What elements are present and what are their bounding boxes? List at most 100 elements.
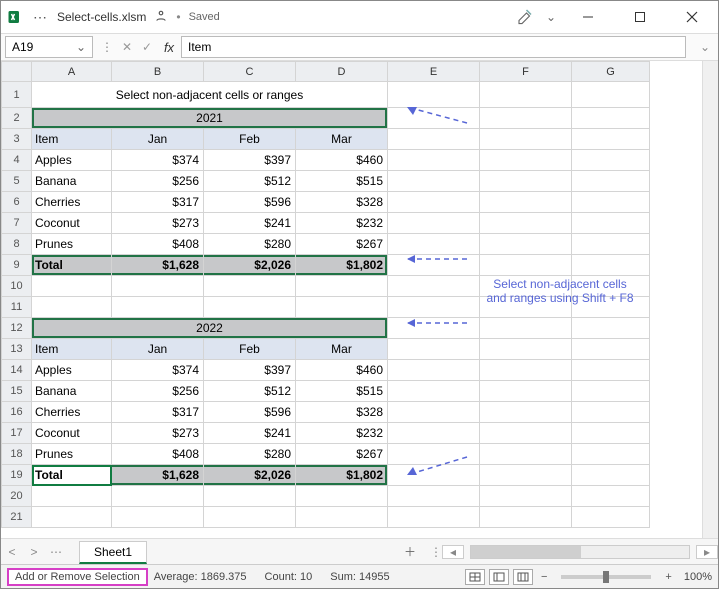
cell[interactable]: Banana (32, 171, 112, 192)
row-header[interactable]: 4 (2, 150, 32, 171)
cell[interactable]: Coconut (32, 213, 112, 234)
month-header[interactable]: Feb (204, 339, 296, 360)
cell[interactable]: $374 (112, 360, 204, 381)
row-header[interactable]: 9 (2, 255, 32, 276)
cell[interactable]: $408 (112, 234, 204, 255)
cell[interactable]: $408 (112, 444, 204, 465)
cell[interactable]: $241 (204, 423, 296, 444)
row-header[interactable]: 21 (2, 507, 32, 528)
cell[interactable]: $2,026 (204, 465, 296, 486)
spreadsheet-grid[interactable]: A B C D E F G 1Select non-adjacent cells… (1, 61, 650, 528)
row-header[interactable]: 8 (2, 234, 32, 255)
year-header[interactable]: 2022 (32, 318, 388, 339)
cell[interactable]: $1,802 (296, 465, 388, 486)
cell[interactable]: Apples (32, 150, 112, 171)
sheet-title[interactable]: Select non-adjacent cells or ranges (32, 82, 388, 108)
zoom-level[interactable]: 100% (684, 571, 712, 583)
cell[interactable]: $460 (296, 150, 388, 171)
zoom-slider[interactable] (561, 575, 651, 579)
month-header[interactable]: Mar (296, 339, 388, 360)
cell[interactable]: $280 (204, 234, 296, 255)
row-header[interactable]: 10 (2, 276, 32, 297)
fx-icon[interactable]: fx (157, 40, 181, 55)
coauthor-icon[interactable] (516, 7, 534, 28)
horizontal-scrollbar[interactable] (470, 545, 690, 559)
col-header[interactable]: A (32, 62, 112, 82)
minimize-button[interactable] (568, 3, 608, 31)
cell[interactable]: $374 (112, 150, 204, 171)
confirm-formula-button[interactable]: ✓ (137, 40, 157, 54)
ribbon-chevron-icon[interactable]: ⌄ (546, 10, 556, 24)
zoom-thumb[interactable] (603, 571, 609, 583)
cell[interactable]: $397 (204, 150, 296, 171)
row-header[interactable]: 13 (2, 339, 32, 360)
row-header[interactable]: 12 (2, 318, 32, 339)
row-header[interactable]: 19 (2, 465, 32, 486)
cell[interactable]: Cherries (32, 192, 112, 213)
cell[interactable]: $596 (204, 192, 296, 213)
row-header[interactable]: 3 (2, 129, 32, 150)
cell[interactable]: $460 (296, 360, 388, 381)
name-box[interactable]: A19 ⌄ (5, 36, 93, 58)
cell[interactable]: $256 (112, 381, 204, 402)
cell[interactable]: $232 (296, 213, 388, 234)
cell[interactable]: $512 (204, 381, 296, 402)
cell[interactable]: $317 (112, 192, 204, 213)
month-header[interactable]: Mar (296, 129, 388, 150)
cell[interactable]: $1,802 (296, 255, 388, 276)
cell[interactable]: $596 (204, 402, 296, 423)
col-header[interactable]: G (572, 62, 650, 82)
maximize-button[interactable] (620, 3, 660, 31)
month-header[interactable]: Jan (112, 339, 204, 360)
close-button[interactable] (672, 3, 712, 31)
row-header[interactable]: 20 (2, 486, 32, 507)
select-all-corner[interactable] (2, 62, 32, 82)
row-header[interactable]: 18 (2, 444, 32, 465)
cell[interactable]: Banana (32, 381, 112, 402)
cell[interactable]: Prunes (32, 444, 112, 465)
cell[interactable]: $280 (204, 444, 296, 465)
cell[interactable]: $515 (296, 381, 388, 402)
row-header[interactable]: 5 (2, 171, 32, 192)
row-header[interactable]: 15 (2, 381, 32, 402)
row-header[interactable]: 11 (2, 297, 32, 318)
row-header[interactable]: 2 (2, 108, 32, 129)
cell[interactable]: $241 (204, 213, 296, 234)
cell[interactable]: $2,026 (204, 255, 296, 276)
tab-list-button[interactable]: ⋯ (45, 545, 67, 559)
vertical-scrollbar[interactable] (702, 61, 718, 538)
scrollbar-thumb[interactable] (471, 546, 581, 558)
cell[interactable]: $232 (296, 423, 388, 444)
row-header[interactable]: 16 (2, 402, 32, 423)
column-headers[interactable]: A B C D E F G (2, 62, 650, 82)
col-item-header[interactable]: Item (32, 339, 112, 360)
cell[interactable]: $328 (296, 402, 388, 423)
row-header[interactable]: 1 (2, 82, 32, 108)
cell[interactable]: Coconut (32, 423, 112, 444)
cell[interactable]: Prunes (32, 234, 112, 255)
zoom-in-button[interactable]: + (659, 571, 677, 583)
col-header[interactable]: C (204, 62, 296, 82)
row-header[interactable]: 7 (2, 213, 32, 234)
year-header[interactable]: 2021 (32, 108, 388, 129)
col-header[interactable]: D (296, 62, 388, 82)
cell[interactable]: $328 (296, 192, 388, 213)
cell[interactable]: $273 (112, 423, 204, 444)
formula-expand-icon[interactable]: ⌄ (692, 40, 718, 54)
month-header[interactable]: Feb (204, 129, 296, 150)
row-header[interactable]: 6 (2, 192, 32, 213)
hscroll-left-button[interactable]: ◂ (442, 545, 464, 559)
page-break-view-button[interactable] (513, 569, 533, 585)
month-header[interactable]: Jan (112, 129, 204, 150)
zoom-out-button[interactable]: − (535, 571, 553, 583)
cell[interactable]: $397 (204, 360, 296, 381)
total-label[interactable]: Total (32, 255, 112, 276)
cell[interactable]: $1,628 (112, 255, 204, 276)
cancel-formula-button[interactable]: ✕ (117, 40, 137, 54)
normal-view-button[interactable] (465, 569, 485, 585)
filename[interactable]: Select-cells.xlsm (57, 10, 146, 24)
col-header[interactable]: B (112, 62, 204, 82)
name-box-menu[interactable]: ⋮ (97, 40, 117, 54)
hscroll-right-button[interactable]: ▸ (696, 545, 718, 559)
chevron-down-icon[interactable]: ⌄ (76, 40, 86, 54)
